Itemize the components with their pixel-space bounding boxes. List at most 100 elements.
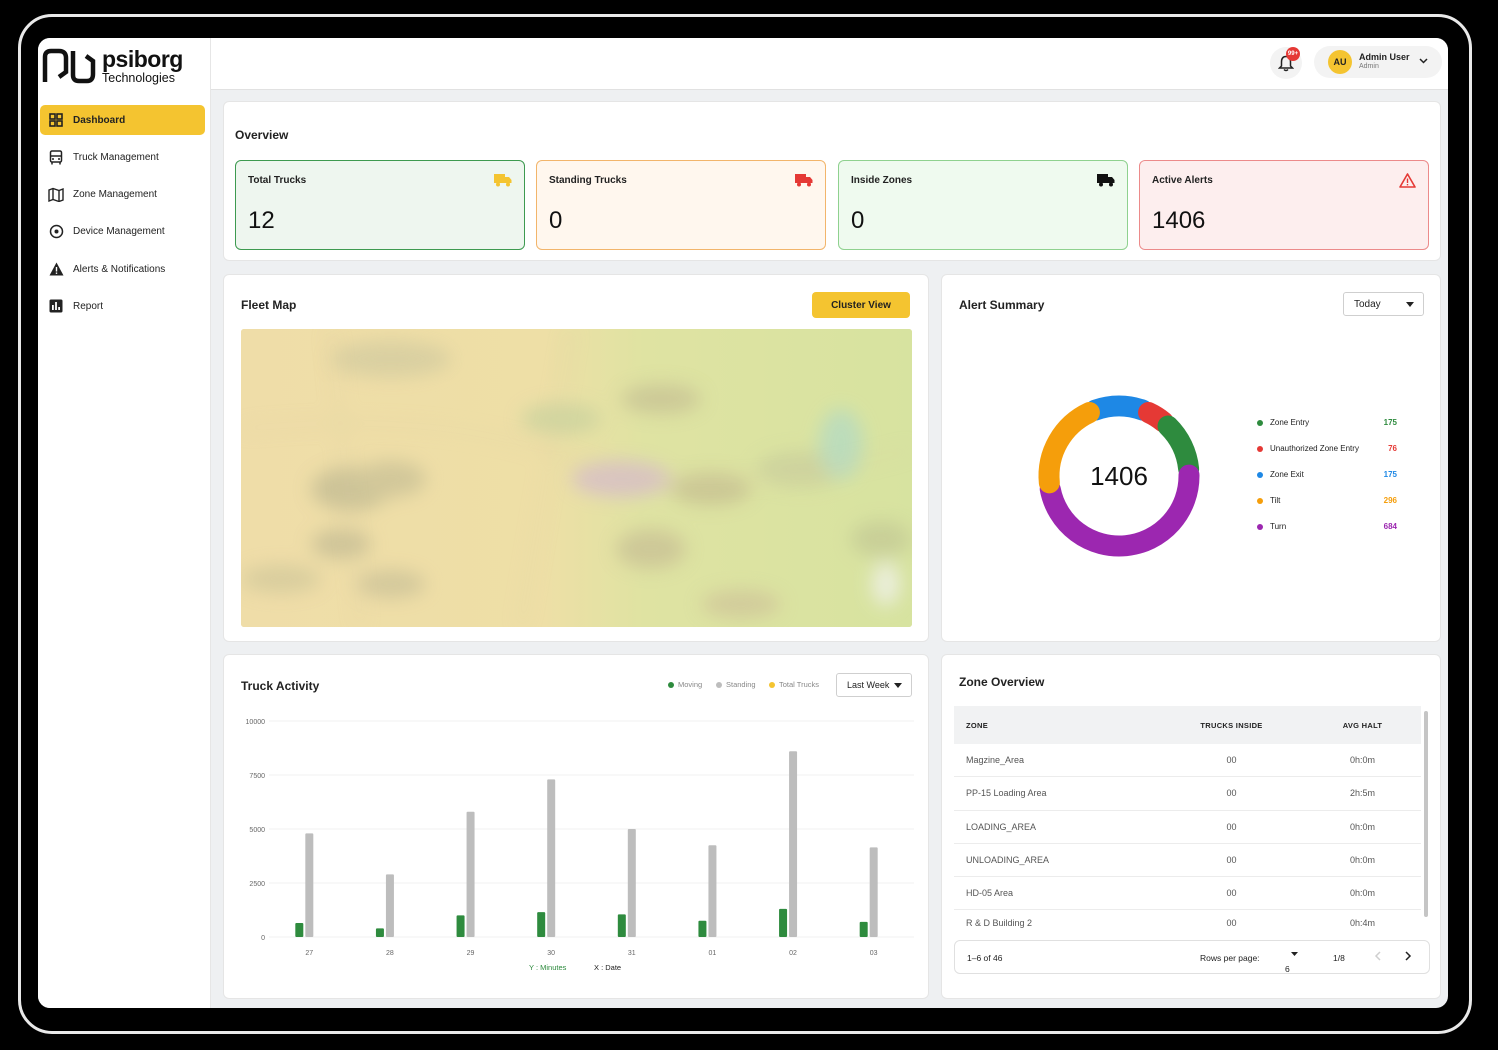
sidebar-item-truck-management[interactable]: Truck Management bbox=[40, 142, 205, 172]
avg-halt: 0h:0m bbox=[1349, 755, 1375, 766]
truck-front-icon bbox=[48, 149, 64, 165]
sidebar-item-label: Alerts & Notifications bbox=[73, 263, 166, 275]
sidebar-nav: Dashboard Truck Management Zone Manageme… bbox=[40, 105, 205, 329]
alert-summary-panel: Alert Summary Today 1406 Zone Entry 175 … bbox=[941, 274, 1441, 642]
legend-moving: Moving bbox=[668, 680, 702, 689]
legend-value: 175 bbox=[1383, 470, 1397, 479]
table-row[interactable]: PP-15 Loading Area 00 2h:5m bbox=[954, 777, 1421, 811]
legend-label: Total Trucks bbox=[779, 680, 820, 689]
sidebar-item-label: Device Management bbox=[73, 226, 165, 238]
zone-name: R & D Building 2 bbox=[966, 918, 1033, 929]
pagination-range: 1–6 of 46 bbox=[967, 953, 1003, 963]
x-tick-label: 31 bbox=[628, 950, 636, 957]
target-icon bbox=[48, 224, 64, 240]
alert-total: 1406 bbox=[1090, 460, 1148, 491]
stat-card-standing-trucks[interactable]: Standing Trucks 0 bbox=[536, 160, 826, 250]
alert-summary-title: Alert Summary bbox=[959, 298, 1045, 312]
bar-standing[interactable] bbox=[466, 811, 475, 937]
truck-icon bbox=[1097, 174, 1115, 187]
table-row[interactable]: LOADING_AREA 00 0h:0m bbox=[954, 811, 1421, 844]
chevron-right-icon bbox=[1405, 951, 1412, 961]
stat-value: 1406 bbox=[1152, 207, 1206, 234]
activity-period-select[interactable]: Last Week bbox=[836, 673, 912, 697]
sidebar-item-report[interactable]: Report bbox=[40, 291, 205, 321]
alert-period-select[interactable]: Today bbox=[1343, 292, 1424, 316]
truck-activity-chart[interactable]: 0 2500 5000 7500 10000 27 28 29 30 31 01 02 03 bbox=[224, 705, 930, 985]
rows-per-page-select[interactable]: 6 bbox=[1285, 952, 1298, 974]
bar-moving[interactable] bbox=[617, 914, 626, 937]
fleet-map[interactable] bbox=[241, 329, 912, 627]
avg-halt: 0h:0m bbox=[1349, 821, 1375, 832]
table-row[interactable]: UNLOADING_AREA 00 0h:0m bbox=[954, 844, 1421, 878]
legend-dot bbox=[1257, 419, 1263, 426]
sidebar-item-dashboard[interactable]: Dashboard bbox=[40, 105, 205, 135]
topbar: 99+ AU Admin User Admin bbox=[211, 38, 1448, 90]
bar-moving[interactable] bbox=[375, 928, 384, 937]
column-header-avg-halt[interactable]: AVG HALT bbox=[1304, 721, 1421, 730]
legend-turn: Turn 684 bbox=[1257, 522, 1397, 531]
bar-moving[interactable] bbox=[295, 922, 304, 937]
truck-activity-title: Truck Activity bbox=[241, 679, 320, 693]
bar-standing[interactable] bbox=[869, 847, 878, 937]
column-header-zone[interactable]: ZONE bbox=[954, 721, 1159, 730]
zone-table: ZONE TRUCKS INSIDE AVG HALT Magzine_Area… bbox=[954, 706, 1421, 930]
caret-down-icon bbox=[1406, 302, 1414, 307]
bar-standing[interactable] bbox=[385, 874, 394, 937]
prev-page-button[interactable] bbox=[1374, 951, 1382, 963]
bar-moving[interactable] bbox=[698, 920, 707, 937]
map-canvas bbox=[241, 329, 912, 627]
alert-triangle-icon bbox=[1399, 173, 1416, 188]
legend-dot bbox=[668, 681, 674, 688]
fleet-map-panel: Fleet Map Cluster View bbox=[223, 274, 929, 642]
bar-moving[interactable] bbox=[456, 915, 465, 937]
select-value: Last Week bbox=[847, 680, 890, 690]
next-page-button[interactable] bbox=[1404, 951, 1412, 963]
overview-panel: Overview Total Trucks 12 Standing Trucks… bbox=[223, 101, 1441, 261]
brand-tagline: Technologies bbox=[102, 70, 175, 85]
bar-standing[interactable] bbox=[627, 829, 636, 937]
bar-standing[interactable] bbox=[305, 833, 314, 937]
bar-standing[interactable] bbox=[789, 751, 798, 937]
table-row[interactable]: Magzine_Area 00 0h:0m bbox=[954, 744, 1421, 778]
stat-label: Active Alerts bbox=[1152, 175, 1213, 186]
stat-card-inside-zones[interactable]: Inside Zones 0 bbox=[838, 160, 1128, 250]
chevron-down-icon bbox=[1419, 58, 1428, 64]
sidebar-item-device-management[interactable]: Device Management bbox=[40, 217, 205, 247]
column-header-trucks-inside[interactable]: TRUCKS INSIDE bbox=[1159, 721, 1304, 730]
trucks-inside: 00 bbox=[1226, 918, 1237, 929]
legend-value: 76 bbox=[1388, 444, 1397, 453]
sidebar-item-zone-management[interactable]: Zone Management bbox=[40, 180, 205, 210]
notifications-button[interactable]: 99+ bbox=[1270, 47, 1302, 79]
legend-label: Unauthorized Zone Entry bbox=[1270, 444, 1359, 453]
stat-card-total-trucks[interactable]: Total Trucks 12 bbox=[235, 160, 525, 250]
brand-logo[interactable]: psiborg Technologies bbox=[42, 46, 183, 86]
bar-moving[interactable] bbox=[537, 912, 546, 937]
x-tick-label: 01 bbox=[709, 950, 717, 957]
bar-standing[interactable] bbox=[547, 779, 556, 937]
legend-zone-entry: Zone Entry 175 bbox=[1257, 418, 1397, 427]
stat-card-active-alerts[interactable]: Active Alerts 1406 bbox=[1139, 160, 1429, 250]
stat-value: 12 bbox=[248, 207, 275, 234]
table-row[interactable]: HD-05 Area 00 0h:0m bbox=[954, 877, 1421, 911]
legend-dot bbox=[1257, 497, 1263, 504]
y-tick-label: 0 bbox=[261, 935, 265, 942]
truck-activity-panel: Truck Activity Moving Standing Total Tru… bbox=[223, 654, 929, 999]
trucks-inside: 00 bbox=[1226, 855, 1237, 866]
bar-moving[interactable] bbox=[859, 921, 868, 937]
table-row[interactable]: R & D Building 2 00 0h:4m bbox=[954, 910, 1421, 930]
select-value: Today bbox=[1354, 298, 1381, 310]
cluster-view-button[interactable]: Cluster View bbox=[812, 292, 910, 318]
sidebar-item-label: Truck Management bbox=[73, 151, 159, 163]
zone-name: LOADING_AREA bbox=[966, 821, 1037, 832]
user-menu[interactable]: AU Admin User Admin bbox=[1314, 46, 1442, 78]
legend-unauthorized-zone-entry: Unauthorized Zone Entry 76 bbox=[1257, 444, 1397, 453]
caret-down-icon bbox=[894, 683, 902, 688]
y-tick-label: 7500 bbox=[249, 773, 265, 780]
table-scrollbar[interactable] bbox=[1424, 711, 1428, 917]
legend-label: Zone Entry bbox=[1270, 418, 1310, 427]
bar-standing[interactable] bbox=[708, 845, 717, 937]
fleet-map-title: Fleet Map bbox=[241, 298, 297, 312]
sidebar-item-alerts-notifications[interactable]: Alerts & Notifications bbox=[40, 254, 205, 284]
bar-moving[interactable] bbox=[779, 908, 788, 937]
legend-label: Turn bbox=[1270, 522, 1287, 531]
